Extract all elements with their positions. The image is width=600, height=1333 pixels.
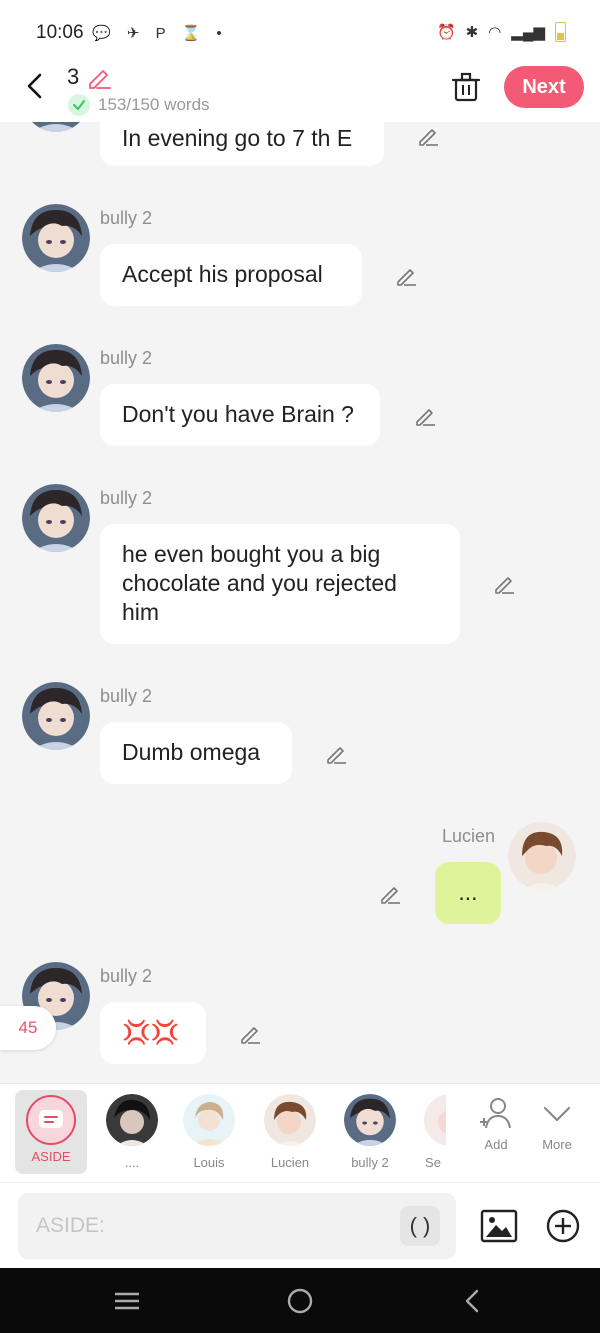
character-lucien[interactable]: Lucien [254, 1090, 326, 1176]
top-bar: 3 153/150 words Next [0, 64, 600, 122]
message-bubble[interactable]: Dumb omega [100, 722, 292, 784]
character-avatar [106, 1094, 158, 1146]
message-bubble[interactable]: In evening go to 7 th E [100, 122, 384, 166]
speaker-name: bully 2 [100, 686, 153, 706]
status-time: 10:06 [36, 22, 84, 43]
chapter-title[interactable]: 3 [67, 64, 79, 90]
battery-icon [555, 22, 566, 42]
character-label: ASIDE [31, 1149, 71, 1164]
speaker-name: bully 2 [100, 208, 153, 228]
add-icon[interactable] [546, 1209, 580, 1243]
aside-icon [26, 1095, 76, 1145]
character-label: .... [124, 1155, 140, 1170]
back-arrow-icon[interactable] [22, 70, 50, 102]
chat-area[interactable]: In evening go to 7 th E bully 2 Accept h… [0, 122, 600, 1082]
character-avatar [264, 1094, 316, 1146]
message-bubble[interactable]: Don't you have Brain ? [100, 384, 380, 446]
character-avatar [183, 1094, 235, 1146]
avatar-lucien[interactable] [508, 822, 576, 890]
word-count-text: 153/150 words [98, 95, 210, 114]
home-icon[interactable] [285, 1286, 315, 1316]
check-icon [68, 94, 90, 116]
word-count: 153/150 words [68, 94, 210, 116]
character-label: Se [425, 1155, 441, 1170]
image-icon[interactable] [480, 1207, 518, 1245]
character-label: Lucien [270, 1155, 310, 1170]
system-icons: ⏰ ✱ ◠ ▂▄▆ [437, 22, 566, 42]
bluetooth-icon: ✱ [465, 24, 479, 41]
avatar-bully-2[interactable] [22, 484, 90, 552]
signal-icon: ▂▄▆ [511, 24, 545, 41]
composer-bar: ( ) [0, 1182, 600, 1269]
message-input[interactable] [18, 1193, 456, 1259]
message-bubble-user[interactable]: ... [435, 862, 501, 924]
speaker-name: Lucien [442, 826, 496, 846]
edit-message-icon[interactable] [394, 264, 418, 288]
character-label: bully 2 [351, 1155, 389, 1170]
speaker-name: bully 2 [100, 966, 153, 986]
avatar-bully-2[interactable] [22, 122, 90, 132]
character-avatar [424, 1094, 446, 1146]
parentheses-button[interactable]: ( ) [400, 1206, 440, 1246]
recent-apps-icon[interactable] [112, 1286, 142, 1316]
character-unnamed[interactable]: .... [96, 1090, 168, 1176]
add-label: Add [484, 1137, 508, 1152]
avatar-bully-2[interactable] [22, 682, 90, 750]
edit-message-icon[interactable] [378, 882, 402, 906]
trash-icon[interactable] [451, 70, 481, 104]
edit-title-icon[interactable] [86, 64, 112, 90]
alarm-icon: ⏰ [436, 24, 456, 41]
character-louis[interactable]: Louis [173, 1090, 245, 1176]
message-bubble[interactable]: he even bought you a big chocolate and y… [100, 524, 460, 644]
character-avatar [344, 1094, 396, 1146]
edit-message-icon[interactable] [492, 572, 516, 596]
more-button[interactable]: More [529, 1094, 585, 1152]
edit-message-icon[interactable] [324, 742, 348, 766]
more-label: More [542, 1137, 572, 1152]
message-counter-badge[interactable]: 45 [0, 1006, 56, 1050]
add-person-icon [480, 1098, 511, 1129]
speaker-name: bully 2 [100, 488, 153, 508]
character-selector: ASIDE .... Louis Lucien bully 2 Se Add M… [0, 1083, 600, 1182]
avatar-bully-2[interactable] [22, 204, 90, 272]
add-character-button[interactable]: Add [468, 1094, 524, 1152]
system-nav-bar [0, 1268, 600, 1333]
back-icon[interactable] [458, 1286, 488, 1316]
message-bubble[interactable]: 💢💢 [100, 1002, 206, 1064]
character-label: Louis [193, 1155, 225, 1170]
next-button[interactable]: Next [504, 66, 584, 108]
edit-message-icon[interactable] [413, 404, 437, 428]
edit-message-icon[interactable] [416, 124, 440, 148]
character-se[interactable]: Se [410, 1090, 446, 1176]
notification-icons: 💬 ✈ P ⌛ • [92, 25, 228, 42]
character-bully-2[interactable]: bully 2 [334, 1090, 406, 1176]
message-bubble[interactable]: Accept his proposal [100, 244, 362, 306]
avatar-bully-2[interactable] [22, 344, 90, 412]
speaker-name: bully 2 [100, 348, 153, 368]
character-aside[interactable]: ASIDE [15, 1090, 87, 1174]
chevron-down-icon [543, 1106, 571, 1122]
wifi-icon: ◠ [488, 24, 502, 41]
edit-message-icon[interactable] [238, 1022, 262, 1046]
status-bar: 10:06 💬 ✈ P ⌛ • ⏰ ✱ ◠ ▂▄▆ [0, 0, 600, 64]
